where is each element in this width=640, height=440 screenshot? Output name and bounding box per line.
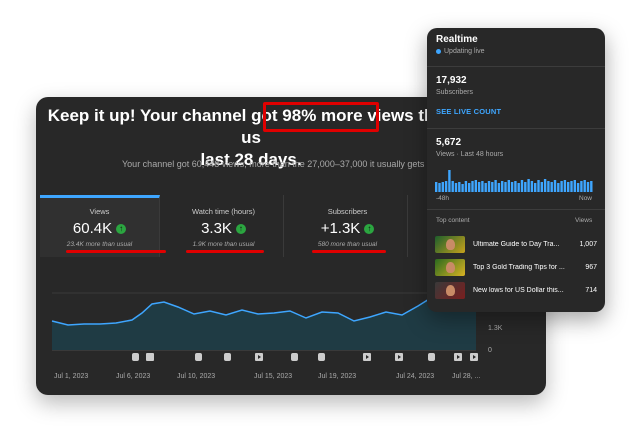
tab-watch-time[interactable]: Watch time (hours) 3.3K ↑ 1.9K more than … — [164, 195, 284, 257]
views-label: Views · Last 48 hours — [436, 151, 504, 158]
bar-axis-start: -48h — [436, 195, 450, 202]
short-icon — [318, 353, 325, 361]
x-axis-date: Jul 15, 2023 — [254, 373, 293, 380]
x-axis-date: Jul 10, 2023 — [177, 373, 216, 380]
note-underline — [66, 250, 166, 253]
x-axis-date: Jul 19, 2023 — [318, 373, 357, 380]
short-icon — [291, 353, 298, 361]
top-content-item[interactable]: Top 3 Gold Trading Tips for ... 967 — [435, 258, 597, 276]
upload-markers — [132, 353, 478, 361]
note-underline — [312, 250, 386, 253]
short-icon — [428, 353, 435, 361]
video-title: Ultimate Guide to Day Tra... — [473, 240, 560, 248]
y-axis-label: 1.3K — [488, 325, 503, 332]
tab-subscribers[interactable]: Subscribers +1.3K ↑ 580 more than usual — [288, 195, 408, 257]
video-views: 1,007 — [579, 240, 597, 248]
metric-value: 3.3K — [201, 220, 232, 237]
metric-note: 23.4K more than usual — [66, 241, 133, 248]
bar-axis-end: Now — [579, 195, 593, 202]
divider — [427, 66, 605, 67]
short-icon — [195, 353, 202, 361]
realtime-card: Realtime Updating live 17,932 Subscriber… — [427, 28, 605, 312]
x-axis-date: Jul 24, 2023 — [396, 373, 435, 380]
live-dot-icon — [436, 49, 441, 54]
y-axis-label: 0 — [488, 347, 492, 354]
arrow-up-icon: ↑ — [235, 223, 246, 234]
video-thumbnail — [435, 281, 465, 299]
arrow-up-icon: ↑ — [364, 223, 375, 234]
short-icon — [132, 353, 139, 361]
arrow-up-icon: ↑ — [116, 223, 127, 234]
x-axis-date: Jul 6, 2023 — [116, 373, 151, 380]
video-title: Top 3 Gold Trading Tips for ... — [473, 263, 565, 271]
top-content-heading: Top content — [436, 217, 470, 224]
see-live-count-link[interactable]: SEE LIVE COUNT — [436, 107, 501, 116]
video-thumbnail — [435, 258, 465, 276]
x-axis-date: Jul 28, ... — [452, 373, 481, 380]
views-count: 5,672 — [436, 137, 462, 148]
hourly-bars — [435, 170, 593, 192]
highlight-annotation-box — [263, 102, 379, 132]
metric-label: Views — [89, 207, 110, 216]
live-status: Updating live — [436, 48, 484, 55]
video-title: New lows for US Dollar this... — [473, 286, 564, 294]
video-views: 714 — [585, 286, 597, 294]
summary-text: Your channel got 60,448 views, more than… — [122, 159, 447, 169]
metric-note: 1.9K more than usual — [192, 241, 255, 248]
top-content-item[interactable]: Ultimate Guide to Day Tra... 1,007 — [435, 235, 597, 253]
video-views: 967 — [585, 263, 597, 271]
subscriber-count: 17,932 — [436, 75, 467, 86]
divider — [427, 209, 605, 210]
video-thumbnail — [435, 235, 465, 253]
top-content-item[interactable]: New lows for US Dollar this... 714 — [435, 281, 597, 299]
top-content-views-heading: Views — [575, 217, 593, 224]
metric-label: Subscribers — [327, 207, 368, 216]
live-status-text: Updating live — [444, 48, 485, 55]
x-axis-date: Jul 1, 2023 — [54, 373, 89, 380]
headline-text-start: Keep it up! Your channel got — [47, 106, 283, 125]
metric-note: 580 more than usual — [317, 241, 378, 248]
metric-value: 60.4K — [72, 220, 113, 237]
video-icon — [146, 353, 154, 361]
note-underline — [186, 250, 264, 253]
metric-value: +1.3K — [320, 220, 361, 237]
realtime-title: Realtime — [436, 34, 478, 45]
divider — [427, 128, 605, 129]
realtime-views-bar-chart — [435, 170, 593, 192]
tab-views[interactable]: Views 60.4K ↑ 23.4K more than usual — [40, 195, 160, 257]
subscriber-label: Subscribers — [436, 89, 473, 96]
short-icon — [224, 353, 231, 361]
metric-label: Watch time (hours) — [191, 207, 256, 216]
